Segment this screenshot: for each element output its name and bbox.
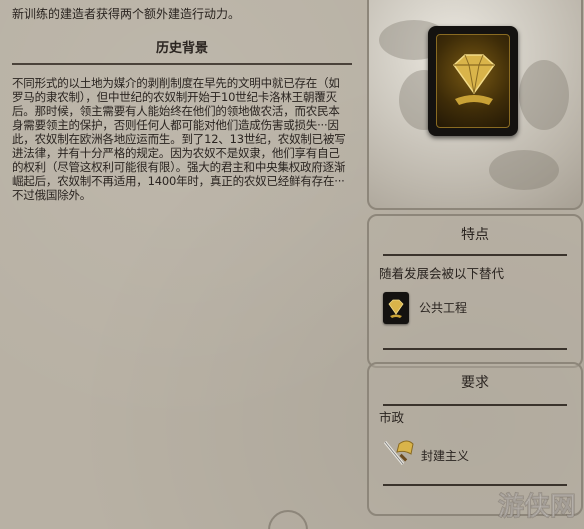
civic-detail-page: 新训练的建造者获得两个额外建造行动力。 历史背景 不同形式的以土地为媒介的剥削制… [0, 0, 584, 529]
features-divider [383, 254, 567, 256]
history-body: 不同形式的以土地为媒介的剥削制度在早先的文明中就已存在（如罗马的隶农制），但中世… [12, 76, 346, 202]
sword-scroll-icon[interactable] [381, 436, 415, 470]
civic-card-inner [436, 34, 510, 128]
requirement-category: 市政 [379, 410, 405, 425]
gold-diamond-card-icon[interactable] [383, 292, 409, 324]
requirement-name[interactable]: 封建主义 [421, 448, 469, 464]
diamond-glyph-icon [388, 299, 404, 318]
features-title: 特点 [461, 227, 489, 243]
requirements-divider [383, 404, 567, 406]
watermark-logo: 游侠网 [492, 482, 582, 526]
map-texture [519, 60, 569, 130]
history-title: 历史背景 [155, 41, 208, 56]
features-bottom-divider [383, 348, 567, 350]
civic-card [428, 26, 518, 136]
requirements-title: 要求 [461, 375, 489, 391]
map-texture [489, 150, 559, 190]
gold-diamond-icon [453, 54, 495, 105]
replaced-by-label: 随着发展会被以下替代 [379, 266, 505, 281]
replacement-name[interactable]: 公共工程 [419, 300, 467, 316]
features-panel: 特点 随着发展会被以下替代 公共工程 [367, 214, 583, 368]
effect-description: 新训练的建造者获得两个额外建造行动力。 [12, 7, 241, 21]
svg-text:游侠网: 游侠网 [498, 491, 576, 522]
description-column: 新训练的建造者获得两个额外建造行动力。 历史背景 不同形式的以土地为媒介的剥削制… [0, 0, 358, 529]
history-divider [12, 63, 352, 65]
